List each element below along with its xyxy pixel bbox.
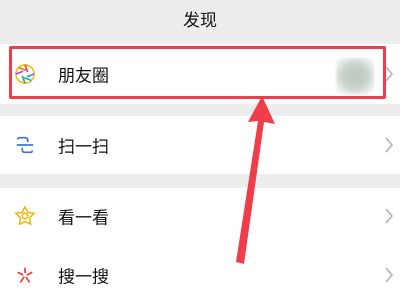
chevron-right-icon [385, 137, 394, 153]
scan-icon [16, 136, 34, 154]
list-item-label: 搜一搜 [58, 267, 109, 288]
highlight-box [9, 46, 386, 99]
chevron-right-icon [385, 208, 394, 224]
list-item-look[interactable]: 看一看 [0, 188, 400, 244]
list-item-scan[interactable]: 扫一扫 [0, 116, 400, 174]
search-sparkle-icon [17, 267, 33, 283]
list-item-label: 看一看 [58, 208, 109, 229]
look-icon [14, 205, 36, 226]
chevron-right-icon [385, 267, 394, 283]
list-item-search[interactable]: 搜一搜 [0, 244, 400, 306]
header-bar: 发现 [0, 0, 400, 36]
page-title: 发现 [183, 10, 217, 31]
list-item-label: 扫一扫 [58, 137, 109, 158]
